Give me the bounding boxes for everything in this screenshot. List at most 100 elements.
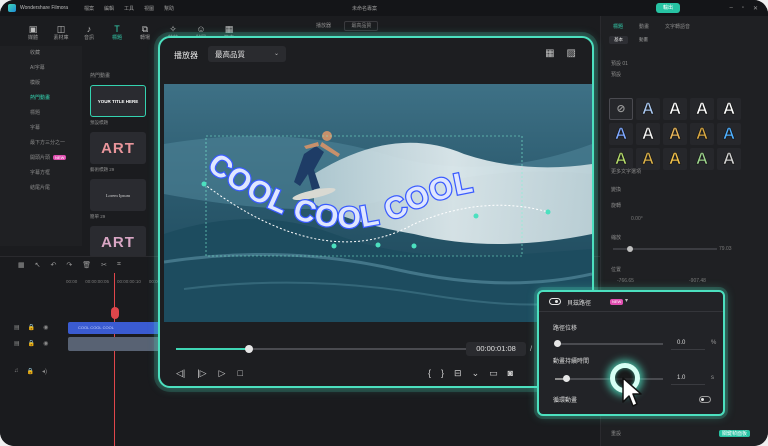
preset-tile[interactable]: A: [717, 123, 741, 145]
menu-help[interactable]: 幫助: [164, 5, 174, 12]
preset-tile[interactable]: A: [717, 98, 741, 120]
speaker-icon[interactable]: ◂): [42, 368, 47, 375]
lock-icon[interactable]: 🔒: [27, 368, 34, 375]
bezier-toggle[interactable]: [549, 298, 561, 305]
more-text-options[interactable]: 更多文字選項: [601, 168, 641, 175]
preset-none[interactable]: ⊘: [609, 98, 633, 120]
position-x[interactable]: -766.65: [617, 278, 634, 284]
lock-icon[interactable]: 🔒: [28, 324, 35, 331]
menu-view[interactable]: 視圖: [144, 5, 154, 12]
undo-icon[interactable]: ↶: [51, 261, 57, 269]
sidebar-item-lower-thirds[interactable]: 最下方三分之一: [0, 136, 82, 151]
preset-tile[interactable]: A: [636, 123, 660, 145]
loop-animation-toggle[interactable]: [699, 396, 711, 403]
sidebar-item-callouts[interactable]: 字幕方框: [0, 166, 82, 181]
sidebar-item-titles[interactable]: 標題: [0, 106, 82, 121]
slider-knob[interactable]: [562, 375, 570, 382]
preset-tile[interactable]: A: [636, 98, 660, 120]
preset-tile[interactable]: A: [609, 148, 633, 170]
path-offset-value[interactable]: 0.0: [677, 340, 685, 346]
preset-tile[interactable]: A: [636, 148, 660, 170]
chevron-down-icon[interactable]: ⌄: [472, 368, 480, 379]
video-clip[interactable]: [68, 337, 168, 351]
preview-quality[interactable]: 最高品質: [344, 21, 379, 31]
current-timecode[interactable]: 00:00:01:08: [466, 342, 526, 356]
video-preview[interactable]: COOL COOL COOL: [164, 84, 592, 322]
scale-slider[interactable]: [613, 246, 717, 252]
render-icon[interactable]: ⊟: [454, 368, 462, 379]
sidebar-item-end-credits[interactable]: 結尾片尾: [0, 181, 82, 196]
tab-title[interactable]: 標題: [613, 23, 623, 30]
sidebar-item-ai-captions[interactable]: AI字幕: [0, 61, 82, 76]
close-icon[interactable]: ✕: [753, 5, 758, 12]
tool-transitions[interactable]: ⧉ 轉場: [134, 24, 156, 46]
lock-icon[interactable]: 🔒: [28, 340, 35, 347]
sidebar-item-trending[interactable]: 熱門動畫: [0, 91, 82, 106]
tool-stock[interactable]: ◫ 素材庫: [50, 24, 72, 46]
playhead-marker[interactable]: [111, 307, 119, 319]
title-tile-art-2[interactable]: ART: [90, 226, 146, 258]
preset-tile[interactable]: A: [690, 148, 714, 170]
crop-icon[interactable]: ⌗: [117, 261, 121, 269]
grid-icon[interactable]: ▦: [18, 261, 25, 269]
minimize-icon[interactable]: –: [729, 5, 732, 12]
stop-icon[interactable]: □: [237, 368, 242, 379]
title-tile-lorem[interactable]: Lorem Ipsum: [90, 179, 146, 211]
preset-tile[interactable]: A: [663, 123, 687, 145]
sidebar-item-subtitles[interactable]: 字幕: [0, 121, 82, 136]
chevron-down-icon[interactable]: ▾: [625, 297, 628, 304]
subtab-animation[interactable]: 動畫: [634, 36, 653, 44]
monitor-icon[interactable]: ▭: [489, 368, 498, 379]
menu-edit[interactable]: 編輯: [104, 5, 114, 12]
sidebar-item-templates[interactable]: 模版: [0, 76, 82, 91]
anim-duration-slider[interactable]: [555, 375, 663, 382]
preset-tile[interactable]: A: [690, 123, 714, 145]
preset-tile[interactable]: A: [609, 123, 633, 145]
eye-icon[interactable]: ◉: [43, 340, 48, 347]
position-y[interactable]: -907.48: [689, 278, 706, 284]
redo-icon[interactable]: ↷: [66, 261, 72, 269]
slider-knob[interactable]: [627, 246, 633, 252]
preset-tile[interactable]: A: [717, 148, 741, 170]
tab-tts[interactable]: 文字轉語音: [665, 23, 690, 30]
quality-dropdown[interactable]: 最高品質 ⌄: [208, 46, 286, 62]
tool-media[interactable]: ▣ 媒體: [22, 24, 44, 46]
preset-tile[interactable]: A: [663, 148, 687, 170]
title-clip[interactable]: COOL COOL COOL: [68, 322, 168, 334]
tool-titles[interactable]: T 標題: [106, 24, 128, 46]
delete-icon[interactable]: 🗑: [82, 261, 91, 269]
menu-file[interactable]: 檔案: [84, 5, 94, 12]
subtab-basic[interactable]: 基本: [609, 36, 628, 44]
mark-out-icon[interactable]: }: [441, 368, 444, 379]
playback-progress[interactable]: [176, 345, 466, 353]
menu-tools[interactable]: 工具: [124, 5, 134, 12]
step-back-icon[interactable]: ◁|: [176, 368, 185, 379]
export-button[interactable]: 輸出: [656, 3, 680, 13]
slider-knob[interactable]: [554, 340, 561, 347]
anim-duration-value[interactable]: 1.0: [677, 375, 685, 381]
step-forward-icon[interactable]: |▷: [197, 368, 206, 379]
mark-in-icon[interactable]: {: [428, 368, 431, 379]
reset-button[interactable]: 重設: [601, 430, 621, 437]
keyframe-panel-button[interactable]: 關鍵幀面板: [719, 430, 751, 437]
rotate-value[interactable]: 0.00°: [631, 216, 643, 222]
tool-audio[interactable]: ♪ 音訊: [78, 24, 100, 46]
grid-view-icon[interactable]: ▦: [545, 48, 554, 59]
maximize-icon[interactable]: ▫: [742, 5, 744, 12]
sidebar-item-openers[interactable]: 開頭片頭 NEW: [0, 151, 82, 166]
tab-animation[interactable]: 動畫: [639, 23, 649, 30]
snapshot-icon[interactable]: ▨: [567, 48, 576, 59]
preset-tile[interactable]: A: [663, 98, 687, 120]
playhead[interactable]: [114, 273, 115, 446]
path-offset-slider[interactable]: [554, 340, 663, 347]
eye-icon[interactable]: ◉: [43, 324, 48, 331]
scale-value[interactable]: 79.03: [719, 246, 732, 252]
split-icon[interactable]: ✂: [101, 261, 107, 269]
progress-knob[interactable]: [244, 345, 253, 353]
title-tile-art[interactable]: ART: [90, 132, 146, 164]
pointer-icon[interactable]: ↖: [35, 261, 41, 269]
preset-tile[interactable]: A: [690, 98, 714, 120]
play-icon[interactable]: ▷: [219, 368, 226, 379]
sidebar-item-favorites[interactable]: 收藏: [0, 46, 82, 61]
title-tile-default[interactable]: YOUR TITLE HERE: [90, 85, 146, 117]
